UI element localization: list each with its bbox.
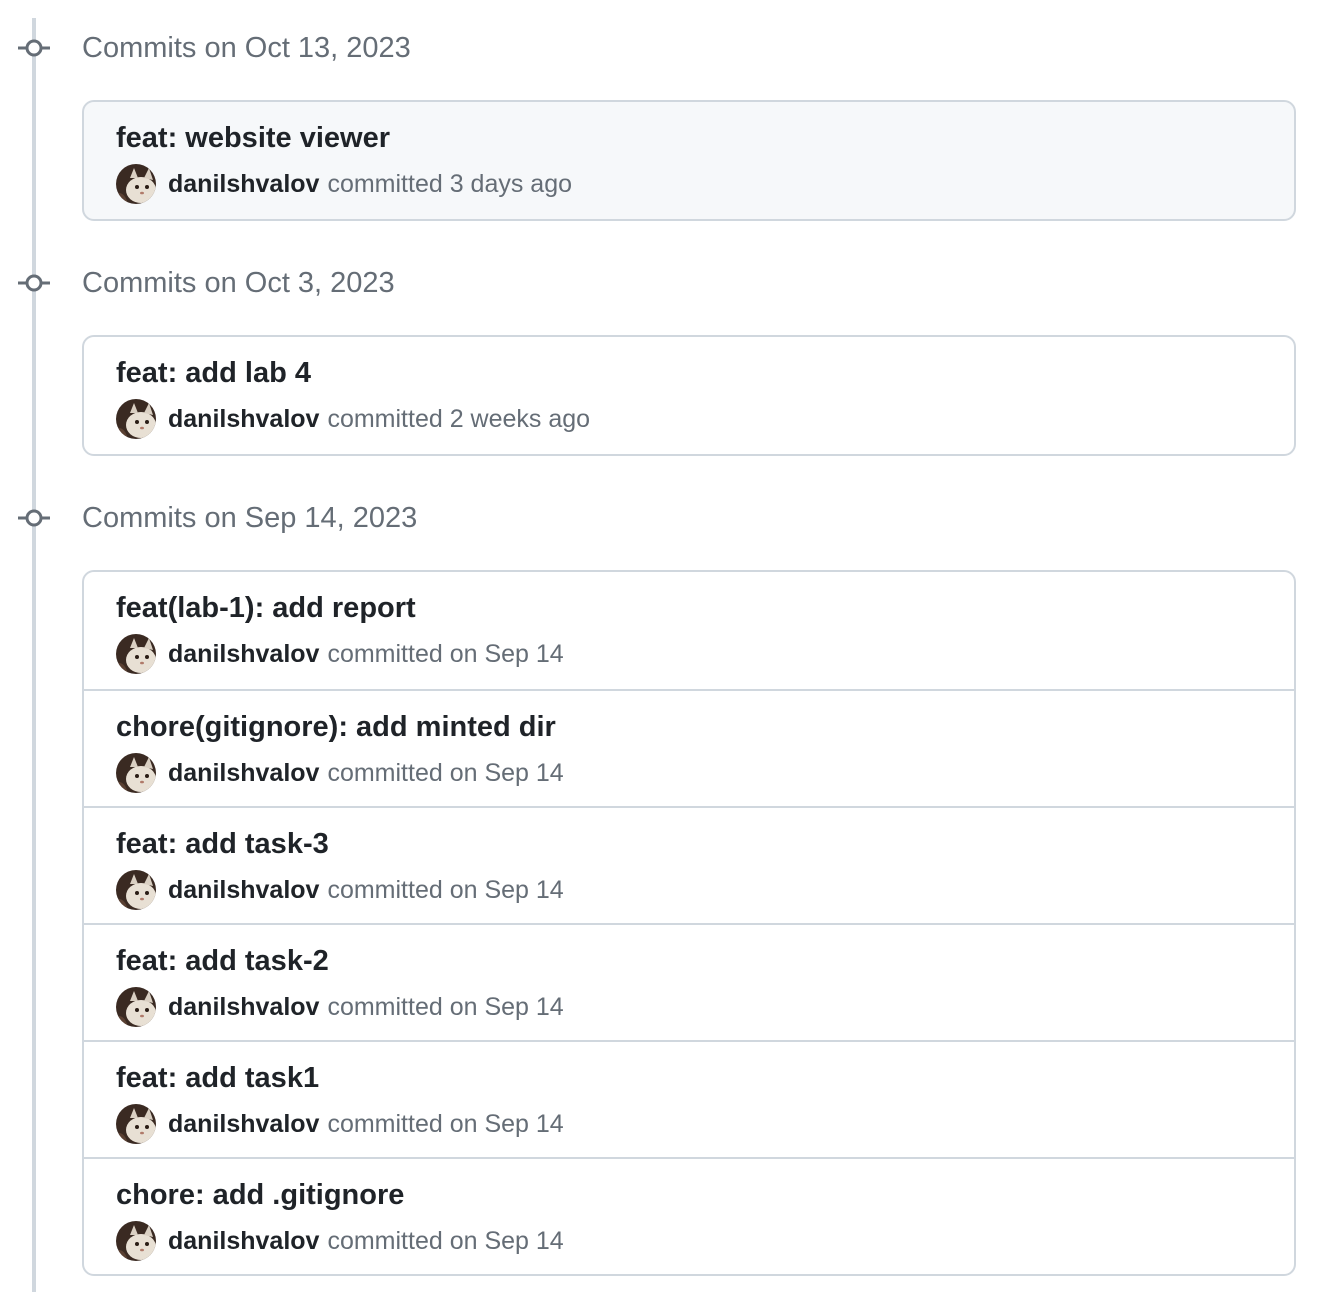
commit-row[interactable]: feat: add task-2 danilshvalov committed …	[84, 923, 1294, 1040]
commit-author-link[interactable]: danilshvalov	[168, 876, 319, 905]
commit-row[interactable]: feat: website viewer danilshvalov commit…	[84, 102, 1294, 219]
commit-meta: danilshvalov committed on Sep 14	[116, 634, 564, 674]
commit-time: committed on Sep 14	[327, 758, 564, 787]
commit-time: committed on Sep 14	[327, 1109, 564, 1138]
commit-message-link[interactable]: feat: add task-2	[116, 943, 329, 979]
cat-avatar-icon[interactable]	[116, 634, 156, 674]
commit-time: committed on Sep 14	[327, 875, 564, 904]
commit-meta: danilshvalov committed on Sep 14	[116, 987, 564, 1027]
commit-message-link[interactable]: chore(gitignore): add minted dir	[116, 709, 556, 745]
commit-author-link[interactable]: danilshvalov	[168, 405, 319, 434]
commit-time: committed on Sep 14	[327, 639, 564, 668]
commit-message-link[interactable]: feat(lab-1): add report	[116, 590, 416, 626]
commit-time: committed 3 days ago	[327, 169, 573, 198]
commit-author-link[interactable]: danilshvalov	[168, 1227, 319, 1256]
commit-message-link[interactable]: chore: add .gitignore	[116, 1177, 404, 1213]
commit-meta: danilshvalov committed on Sep 14	[116, 753, 564, 793]
commit-author-link[interactable]: danilshvalov	[168, 170, 319, 199]
commit-author-link[interactable]: danilshvalov	[168, 993, 319, 1022]
commit-group-header: Commits on Oct 13, 2023	[0, 0, 1318, 64]
cat-avatar-icon[interactable]	[116, 987, 156, 1027]
commit-meta: danilshvalov committed on Sep 14	[116, 1104, 564, 1144]
commit-row[interactable]: feat(lab-1): add report danilshvalov com…	[84, 572, 1294, 689]
commit-group: Commits on Sep 14, 2023 feat(lab-1): add…	[0, 470, 1318, 1276]
commit-group: Commits on Oct 13, 2023 feat: website vi…	[0, 0, 1318, 221]
commit-group-title: Commits on Sep 14, 2023	[82, 502, 418, 534]
cat-avatar-icon[interactable]	[116, 164, 156, 204]
commit-author-link[interactable]: danilshvalov	[168, 1110, 319, 1139]
cat-avatar-icon[interactable]	[116, 753, 156, 793]
commit-meta: danilshvalov committed on Sep 14	[116, 870, 564, 910]
commit-message-link[interactable]: feat: website viewer	[116, 120, 390, 156]
commit-row[interactable]: chore(gitignore): add minted dir danilsh…	[84, 689, 1294, 806]
git-commit-icon	[18, 508, 50, 528]
commit-time: committed on Sep 14	[327, 1226, 564, 1255]
commit-message-link[interactable]: feat: add task1	[116, 1060, 319, 1096]
commit-list: feat: website viewer danilshvalov commit…	[82, 100, 1296, 221]
commit-meta: danilshvalov committed 3 days ago	[116, 164, 572, 204]
commit-row[interactable]: feat: add task-3 danilshvalov committed …	[84, 806, 1294, 923]
commit-row[interactable]: chore: add .gitignore danilshvalov commi…	[84, 1157, 1294, 1274]
commit-time: committed 2 weeks ago	[327, 404, 591, 433]
commit-meta: danilshvalov committed on Sep 14	[116, 1221, 564, 1261]
commit-group-title: Commits on Oct 13, 2023	[82, 32, 411, 64]
commit-group-header: Commits on Sep 14, 2023	[0, 470, 1318, 534]
commit-message-link[interactable]: feat: add lab 4	[116, 355, 311, 391]
cat-avatar-icon[interactable]	[116, 1104, 156, 1144]
timeline-line	[32, 18, 36, 1292]
commit-group-title: Commits on Oct 3, 2023	[82, 267, 395, 299]
commit-time: committed on Sep 14	[327, 992, 564, 1021]
cat-avatar-icon[interactable]	[116, 870, 156, 910]
cat-avatar-icon[interactable]	[116, 399, 156, 439]
commit-meta: danilshvalov committed 2 weeks ago	[116, 399, 590, 439]
git-commit-icon	[18, 38, 50, 58]
commit-row[interactable]: feat: add lab 4 danilshvalov committed 2…	[84, 337, 1294, 454]
git-commit-icon	[18, 273, 50, 293]
commit-row[interactable]: feat: add task1 danilshvalov committed o…	[84, 1040, 1294, 1157]
cat-avatar-icon[interactable]	[116, 1221, 156, 1261]
commit-list: feat(lab-1): add report danilshvalov com…	[82, 570, 1296, 1276]
commit-message-link[interactable]: feat: add task-3	[116, 826, 329, 862]
commit-group: Commits on Oct 3, 2023 feat: add lab 4 d…	[0, 235, 1318, 456]
commit-author-link[interactable]: danilshvalov	[168, 759, 319, 788]
commit-list: feat: add lab 4 danilshvalov committed 2…	[82, 335, 1296, 456]
commit-author-link[interactable]: danilshvalov	[168, 640, 319, 669]
commit-group-header: Commits on Oct 3, 2023	[0, 235, 1318, 299]
